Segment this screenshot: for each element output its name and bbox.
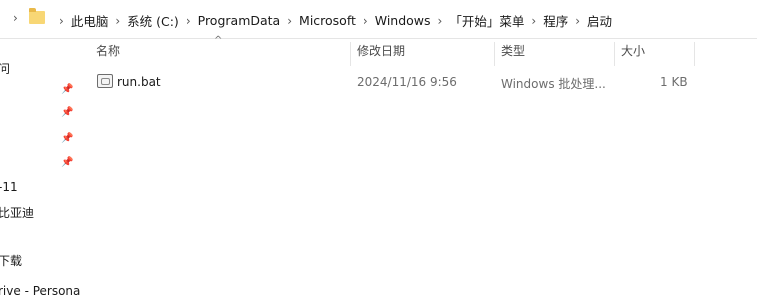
nav-item[interactable]: 下载	[0, 252, 22, 269]
breadcrumb: › 此电脑 › 系统 (C:) › ProgramData › Microsof…	[52, 11, 612, 30]
chevron-right-icon[interactable]: ›	[524, 14, 543, 28]
chevron-right-icon[interactable]: ›	[6, 11, 25, 25]
breadcrumb-programs[interactable]: 程序	[543, 11, 568, 30]
column-header-type[interactable]: 类型	[501, 42, 525, 66]
bat-file-icon	[97, 74, 113, 88]
column-header-size[interactable]: 大小	[621, 42, 645, 66]
sort-up-icon: ^	[214, 35, 223, 46]
pin-icon: 📌	[61, 84, 74, 95]
pin-icon: 📌	[61, 107, 74, 118]
column-header-modified[interactable]: 修改日期	[357, 42, 405, 66]
file-type: Windows 批处理...	[501, 77, 606, 91]
chevron-right-icon[interactable]: ›	[52, 14, 71, 28]
nav-item[interactable]: -11	[0, 180, 18, 194]
breadcrumb-microsoft[interactable]: Microsoft	[299, 13, 356, 28]
nav-item[interactable]: rive - Persona	[0, 284, 80, 298]
breadcrumb-this-pc[interactable]: 此电脑	[71, 11, 109, 30]
address-bar[interactable]: › › 此电脑 › 系统 (C:) › ProgramData › Micros…	[0, 0, 757, 39]
pin-icon: 📌	[61, 133, 74, 144]
file-name[interactable]: run.bat	[117, 75, 161, 89]
breadcrumb-programdata[interactable]: ProgramData	[198, 13, 281, 28]
nav-item[interactable]: 比亚迪	[0, 204, 34, 221]
pin-icon: 📌	[61, 157, 74, 168]
chevron-right-icon[interactable]: ›	[431, 14, 450, 28]
breadcrumb-startup[interactable]: 启动	[587, 11, 612, 30]
file-modified: 2024/11/16 9:56	[357, 75, 457, 89]
breadcrumb-system-c[interactable]: 系统 (C:)	[127, 11, 179, 30]
column-divider[interactable]	[614, 42, 615, 66]
column-divider[interactable]	[494, 42, 495, 66]
file-size: 1 KB	[660, 75, 688, 89]
chevron-right-icon[interactable]: ›	[179, 14, 198, 28]
navigation-pane: 问 📌 📌 📌 📌 -11 比亚迪 下载 rive - Persona	[0, 38, 80, 298]
chevron-right-icon[interactable]: ›	[568, 14, 587, 28]
nav-item[interactable]: 问	[0, 60, 10, 77]
chevron-right-icon[interactable]: ›	[108, 14, 127, 28]
column-divider[interactable]	[694, 42, 695, 66]
breadcrumb-start-menu[interactable]: 「开始」菜单	[449, 11, 524, 30]
chevron-right-icon[interactable]: ›	[356, 14, 375, 28]
folder-icon	[29, 8, 45, 24]
chevron-right-icon[interactable]: ›	[280, 14, 299, 28]
column-divider[interactable]	[350, 42, 351, 66]
column-header-name[interactable]: 名称	[96, 42, 120, 66]
breadcrumb-windows[interactable]: Windows	[375, 13, 431, 28]
